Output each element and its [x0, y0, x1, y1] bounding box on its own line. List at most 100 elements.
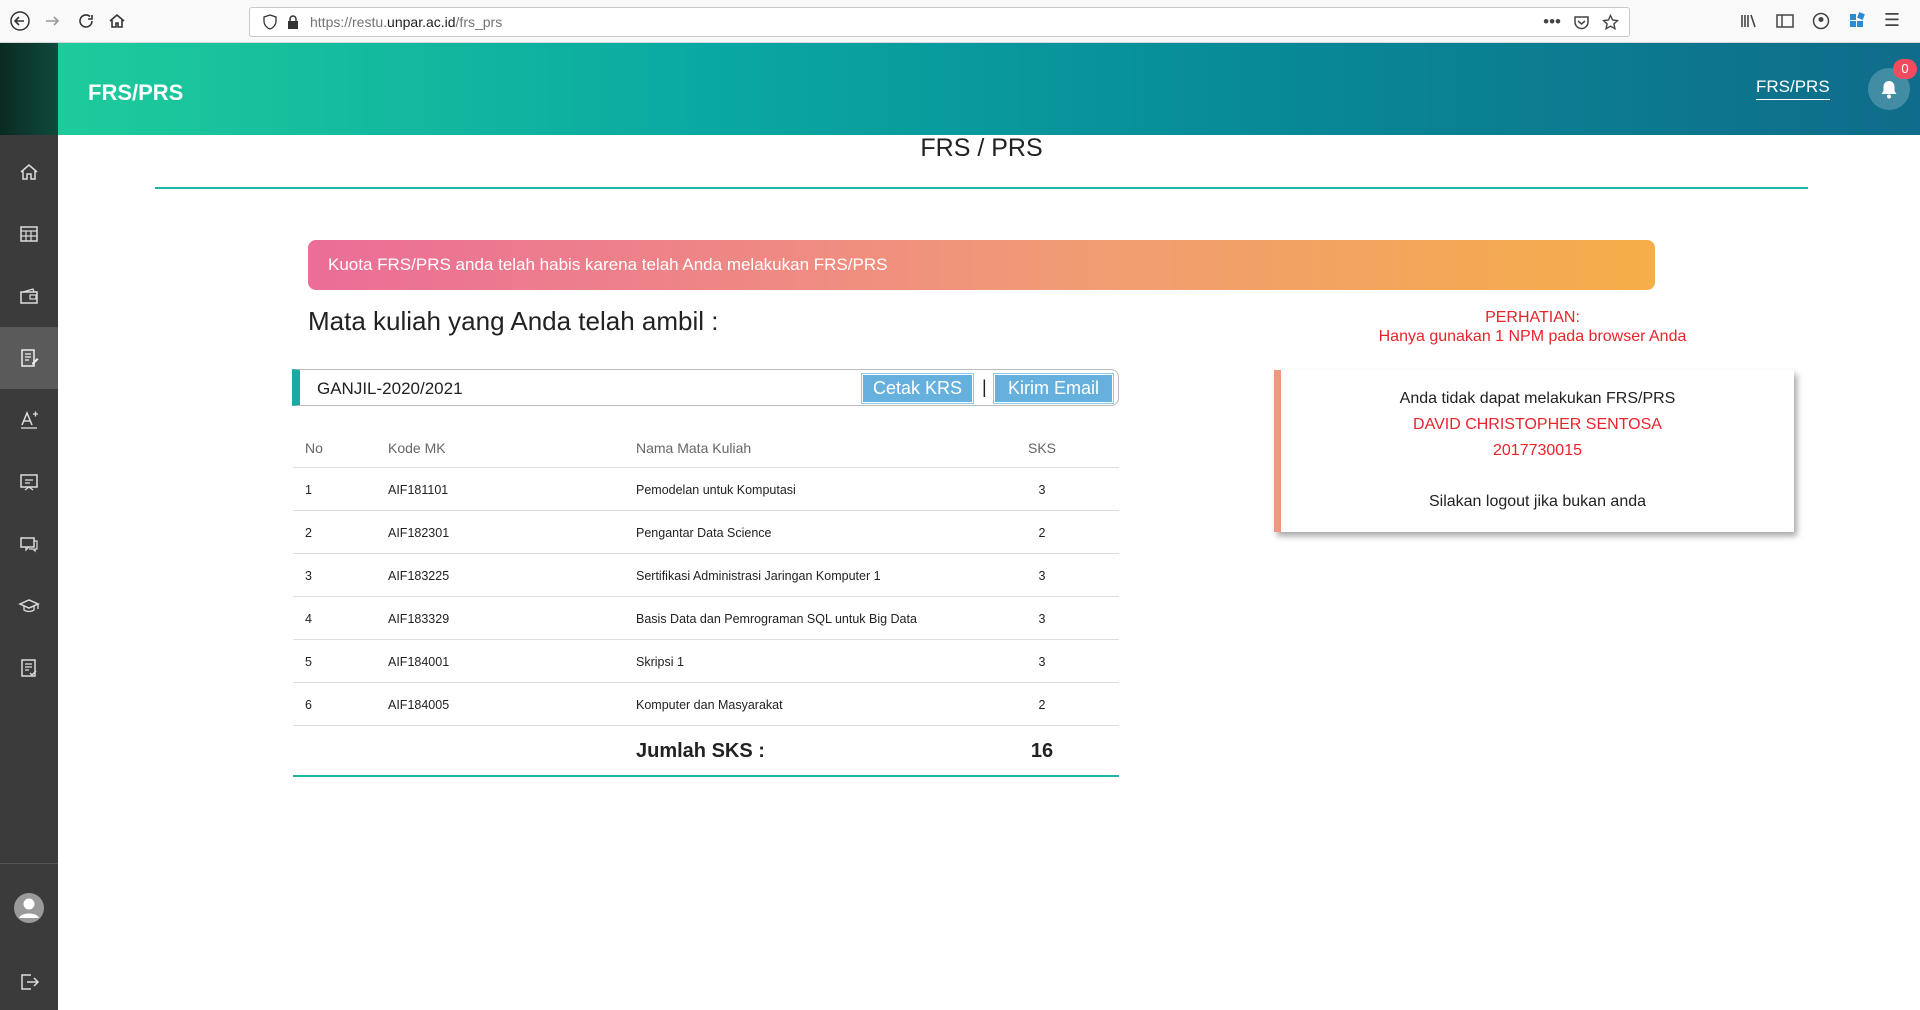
address-bar[interactable]: https://restu.unpar.ac.id/frs_prs ••• — [249, 7, 1630, 37]
row-nama: Basis Data dan Pemrograman SQL untuk Big… — [636, 612, 917, 626]
document-edit-icon — [21, 349, 39, 367]
back-icon[interactable] — [8, 9, 32, 33]
row-sks: 3 — [1038, 612, 1046, 626]
print-krs-button[interactable]: Cetak KRS — [861, 373, 974, 404]
avatar-icon — [14, 893, 44, 923]
grade-icon — [21, 411, 38, 429]
row-nama: Skripsi 1 — [636, 655, 684, 669]
sidebar-item-logout[interactable] — [0, 951, 58, 1010]
row-kode: AIF182301 — [388, 526, 450, 540]
table-row: 6 AIF184005 Komputer dan Masyarakat 2 — [293, 683, 1119, 726]
header-sks: SKS — [1027, 440, 1056, 456]
sidebar-toggle-icon[interactable] — [1776, 13, 1794, 29]
row-no: 5 — [305, 655, 312, 669]
header-no: No — [305, 440, 323, 456]
row-no: 4 — [305, 612, 312, 626]
home-icon[interactable] — [105, 9, 129, 33]
checklist-icon — [21, 659, 37, 677]
notification-badge: 0 — [1893, 59, 1917, 79]
sidebar-item-profile[interactable] — [0, 877, 58, 939]
chat-icon — [20, 537, 38, 553]
sidebar-header — [0, 43, 58, 135]
row-nama: Pengantar Data Science — [636, 526, 772, 540]
table-row: 1 AIF181101 Pemodelan untuk Komputasi 3 — [293, 468, 1119, 511]
sidebar-divider — [0, 863, 58, 864]
forward-icon[interactable] — [40, 9, 64, 33]
row-nama: Sertifikasi Administrasi Jaringan Komput… — [636, 569, 881, 583]
sidebar-item-schedule[interactable] — [0, 203, 58, 265]
total-label: Jumlah SKS : — [636, 740, 765, 762]
notice-title: PERHATIAN: — [1485, 309, 1580, 326]
account-icon[interactable] — [1812, 12, 1830, 30]
table-row: 3 AIF183225 Sertifikasi Administrasi Jar… — [293, 554, 1119, 597]
wallet-icon — [20, 288, 38, 304]
header-kode: Kode MK — [388, 440, 446, 456]
sidebar-item-frs[interactable] — [0, 327, 58, 389]
total-value: 16 — [1030, 740, 1054, 762]
row-kode: AIF183225 — [388, 569, 450, 583]
row-no: 1 — [305, 483, 312, 497]
home-icon — [20, 164, 38, 180]
send-email-button[interactable]: Kirim Email — [993, 373, 1114, 404]
reload-icon[interactable] — [74, 9, 98, 33]
row-nama: Komputer dan Masyarakat — [636, 698, 783, 712]
sidebar-item-finance[interactable] — [0, 265, 58, 327]
row-kode: AIF183329 — [388, 612, 450, 626]
button-separator: | — [982, 377, 987, 397]
section-heading: Mata kuliah yang Anda telah ambil : — [308, 306, 719, 336]
table-header: No Kode MK Nama Mata Kuliah SKS — [293, 425, 1119, 468]
sidebar-item-grades[interactable] — [0, 389, 58, 451]
app-title: FRS/PRS — [88, 80, 184, 105]
pocket-icon[interactable] — [1573, 14, 1590, 31]
row-kode: AIF184005 — [388, 698, 450, 712]
student-info-card: Anda tidak dapat melakukan FRS/PRS DAVID… — [1274, 370, 1794, 532]
table-row: 5 AIF184001 Skripsi 1 3 — [293, 640, 1119, 683]
student-name: DAVID CHRISTOPHER SENTOSA — [1413, 416, 1662, 433]
row-sks: 2 — [1038, 698, 1046, 712]
browser-toolbar: https://restu.unpar.ac.id/frs_prs ••• ☰ — [0, 0, 1920, 43]
table-row: 2 AIF182301 Pengantar Data Science 2 — [293, 511, 1119, 554]
sidebar-item-home[interactable] — [0, 141, 58, 203]
title-divider — [155, 187, 1808, 189]
row-sks: 3 — [1038, 655, 1046, 669]
row-sks: 2 — [1038, 526, 1046, 540]
row-nama: Pemodelan untuk Komputasi — [636, 483, 796, 497]
url-text: https://restu.unpar.ac.id/frs_prs — [310, 14, 503, 30]
graduation-cap-icon — [18, 599, 40, 613]
student-npm: 2017730015 — [1493, 442, 1582, 459]
sidebar — [0, 43, 58, 1010]
sidebar-item-graduation[interactable] — [0, 575, 58, 637]
lock-icon[interactable] — [286, 15, 300, 30]
calendar-icon — [20, 226, 38, 242]
logout-hint: Silakan logout jika bukan anda — [1428, 493, 1647, 510]
sidebar-item-presentation[interactable] — [0, 451, 58, 513]
sidebar-item-messages[interactable] — [0, 513, 58, 575]
row-sks: 3 — [1038, 483, 1046, 497]
total-row: Jumlah SKS : 16 — [293, 726, 1119, 777]
extensions-icon[interactable] — [1848, 11, 1866, 30]
header-nama: Nama Mata Kuliah — [636, 440, 752, 456]
bookmark-star-icon[interactable] — [1602, 13, 1619, 31]
app-header: FRS/PRS FRS/PRS 0 — [58, 43, 1920, 135]
table-row: 4 AIF183329 Basis Data dan Pemrograman S… — [293, 597, 1119, 640]
row-sks: 3 — [1038, 569, 1046, 583]
library-icon[interactable] — [1740, 13, 1758, 29]
bell-icon — [1881, 81, 1897, 99]
term-bar: GANJIL-2020/2021 Cetak KRS | Kirim Email — [292, 369, 1119, 406]
sidebar-item-checklist[interactable] — [0, 637, 58, 699]
menu-icon[interactable]: ☰ — [1884, 10, 1900, 31]
nav-link-frs[interactable]: FRS/PRS — [1756, 77, 1830, 100]
presentation-icon — [20, 474, 38, 491]
logout-icon — [21, 974, 40, 990]
course-table: No Kode MK Nama Mata Kuliah SKS 1 AIF181… — [293, 425, 1119, 777]
row-kode: AIF181101 — [388, 483, 449, 497]
shield-icon[interactable] — [262, 14, 278, 30]
notice-text: Hanya gunakan 1 NPM pada browser Anda — [1378, 328, 1687, 345]
row-no: 3 — [305, 569, 312, 583]
term-label: GANJIL-2020/2021 — [317, 379, 463, 398]
page-actions-icon[interactable]: ••• — [1543, 12, 1561, 32]
page-title: FRS / PRS — [920, 134, 1043, 162]
row-no: 2 — [305, 526, 312, 540]
warning-notice: PERHATIAN: Hanya gunakan 1 NPM pada brow… — [1300, 308, 1765, 346]
info-message: Anda tidak dapat melakukan FRS/PRS — [1399, 390, 1676, 407]
